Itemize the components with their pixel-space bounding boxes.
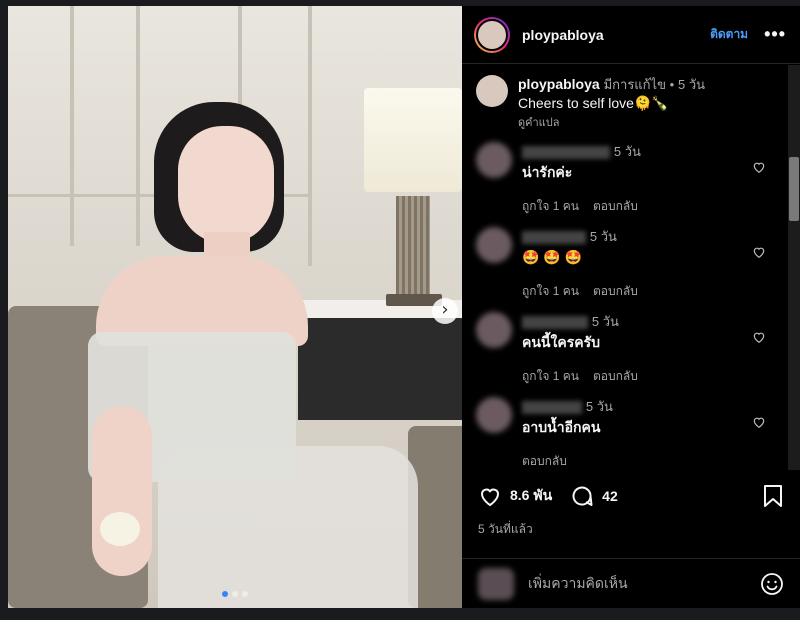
author-avatar[interactable] xyxy=(474,16,510,53)
more-icon[interactable]: ••• xyxy=(764,24,786,45)
smiley-icon[interactable] xyxy=(760,572,784,596)
reply-button[interactable]: ตอบกลับ xyxy=(593,367,638,385)
bookmark-icon[interactable] xyxy=(762,484,784,508)
chevron-right-icon[interactable]: › xyxy=(432,298,458,324)
list-item: 5 วัน อาบน้ำอีกคน ตอบกลับ xyxy=(476,397,784,470)
reply-button[interactable]: ตอบกลับ xyxy=(522,452,567,470)
lamp-base xyxy=(396,196,430,304)
post-sidebar: ploypabloya ติดตาม ••• ploypabloya มีการ… xyxy=(462,6,800,608)
heart-icon[interactable] xyxy=(478,484,502,508)
carousel-dot xyxy=(222,591,228,597)
reply-button[interactable]: ตอบกลับ xyxy=(593,197,638,215)
comment-input[interactable]: เพิ่มความคิดเห็น xyxy=(528,573,628,595)
post-actions: 8.6 พัน 42 5 วันที่แล้ว xyxy=(462,476,800,539)
comment-time: 5 วัน xyxy=(591,314,619,329)
likes-count[interactable]: ถูกใจ 1 คน xyxy=(522,367,579,385)
comment-text: 🤩 🤩 🤩 xyxy=(522,249,583,265)
heart-icon[interactable] xyxy=(752,160,766,174)
lamp-shade xyxy=(364,88,462,192)
avatar[interactable] xyxy=(476,142,512,178)
translate-link[interactable]: ดูคำแปล xyxy=(518,114,705,132)
avatar[interactable] xyxy=(476,227,512,263)
list-item: 5 วัน คนนี้ใครครับ ถูกใจ 1 คน ตอบกลับ xyxy=(476,312,784,397)
avatar xyxy=(478,567,514,600)
comment-text: คนนี้ใครครับ xyxy=(522,334,600,350)
avatar[interactable] xyxy=(476,312,512,348)
comment-icon[interactable] xyxy=(570,484,594,508)
post-image[interactable]: › xyxy=(8,6,462,608)
add-comment-bar: เพิ่มความคิดเห็น xyxy=(462,558,800,608)
scroll-thumb[interactable] xyxy=(789,157,799,221)
comment-username-redacted[interactable] xyxy=(522,230,586,244)
scrollbar[interactable] xyxy=(788,65,800,470)
carousel-dot xyxy=(232,591,238,597)
comments-list[interactable]: ploypabloya มีการแก้ไข • 5 วัน Cheers to… xyxy=(462,65,800,470)
comment-text: อาบน้ำอีกคน xyxy=(522,419,601,435)
caption: ploypabloya มีการแก้ไข • 5 วัน Cheers to… xyxy=(476,75,784,132)
post-modal: › ploypabloya ติดตาม ••• ploypabloya มีก… xyxy=(8,6,800,608)
reply-button[interactable]: ตอบกลับ xyxy=(593,282,638,300)
comment-username-redacted[interactable] xyxy=(522,315,588,329)
list-item: 5 วัน น่ารักค่ะ ถูกใจ 1 คน ตอบกลับ xyxy=(476,142,784,227)
caption-text: Cheers to self love🫠🍾 xyxy=(518,95,669,111)
avatar[interactable] xyxy=(476,397,512,433)
avatar[interactable] xyxy=(476,75,508,107)
caption-username[interactable]: ploypabloya xyxy=(518,76,600,92)
follow-button[interactable]: ติดตาม xyxy=(710,25,748,44)
carousel-dots xyxy=(222,591,248,597)
carousel-dot xyxy=(242,591,248,597)
likes-count[interactable]: ถูกใจ 1 คน xyxy=(522,197,579,215)
author-username[interactable]: ploypabloya xyxy=(522,27,604,43)
heart-icon[interactable] xyxy=(752,245,766,259)
comment-time: 5 วัน xyxy=(589,229,617,244)
heart-icon[interactable] xyxy=(752,415,766,429)
figure-face xyxy=(178,126,274,244)
comment-username-redacted[interactable] xyxy=(522,400,582,414)
post-header: ploypabloya ติดตาม ••• xyxy=(462,6,800,64)
comment-text: น่ารักค่ะ xyxy=(522,164,573,180)
comment-username-redacted[interactable] xyxy=(522,145,610,159)
figure-arm xyxy=(92,406,152,576)
post-date: 5 วันที่แล้ว xyxy=(478,522,533,536)
caption-time: 5 วัน xyxy=(678,77,706,92)
list-item: 5 วัน 🤩 🤩 🤩 ถูกใจ 1 คน ตอบกลับ xyxy=(476,227,784,312)
like-count[interactable]: 8.6 พัน xyxy=(510,485,552,507)
edited-label: มีการแก้ไข • xyxy=(603,77,675,92)
wrist-corsage xyxy=(100,512,140,546)
likes-count[interactable]: ถูกใจ 1 คน xyxy=(522,282,579,300)
comment-count: 42 xyxy=(602,488,618,504)
browser-backdrop: › ploypabloya ติดตาม ••• ploypabloya มีก… xyxy=(0,0,800,620)
comment-time: 5 วัน xyxy=(585,399,613,414)
heart-icon[interactable] xyxy=(752,330,766,344)
comment-time: 5 วัน xyxy=(613,144,641,159)
